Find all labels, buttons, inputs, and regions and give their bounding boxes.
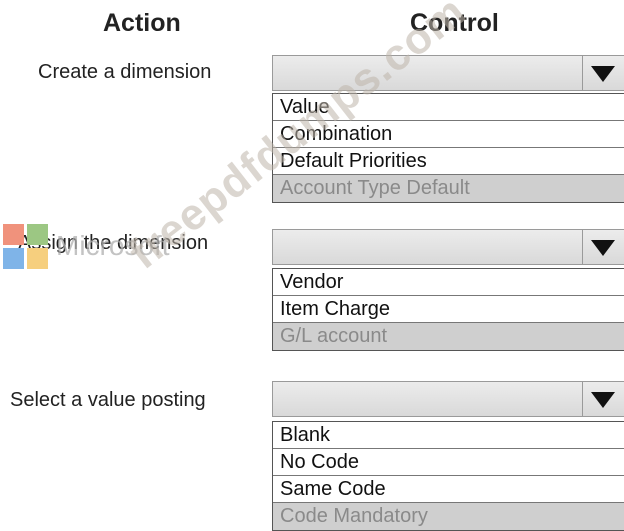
- dropdown-assign-dimension[interactable]: [272, 229, 624, 265]
- option-no-code[interactable]: No Code: [273, 449, 624, 476]
- options-list-create-dimension: Value Combination Default Priorities Acc…: [272, 93, 624, 203]
- option-same-code[interactable]: Same Code: [273, 476, 624, 503]
- chevron-down-icon: [591, 392, 615, 408]
- action-label-select-value-posting: Select a value posting: [10, 389, 206, 411]
- action-header: Action: [103, 9, 181, 37]
- microsoft-logo-icon: [3, 224, 49, 270]
- dropdown-select-value-posting[interactable]: [272, 381, 624, 417]
- option-default-priorities[interactable]: Default Priorities: [273, 148, 624, 175]
- control-header: Control: [410, 9, 499, 37]
- option-combination[interactable]: Combination: [273, 121, 624, 148]
- dropdown-arrow-button[interactable]: [582, 56, 624, 90]
- dropdown-create-dimension[interactable]: [272, 55, 624, 91]
- logo-square-yellow: [27, 248, 48, 269]
- option-vendor[interactable]: Vendor: [273, 269, 624, 296]
- options-list-assign-dimension: Vendor Item Charge G/L account: [272, 268, 624, 351]
- logo-square-red: [3, 224, 24, 245]
- dropdown-arrow-button[interactable]: [582, 382, 624, 416]
- option-value[interactable]: Value: [273, 94, 624, 121]
- logo-square-blue: [3, 248, 24, 269]
- action-label-create-dimension: Create a dimension: [38, 61, 212, 83]
- option-account-type-default[interactable]: Account Type Default: [273, 175, 624, 202]
- option-item-charge[interactable]: Item Charge: [273, 296, 624, 323]
- options-list-select-value-posting: Blank No Code Same Code Code Mandatory: [272, 421, 624, 531]
- dropdown-arrow-button[interactable]: [582, 230, 624, 264]
- logo-square-green: [27, 224, 48, 245]
- option-gl-account[interactable]: G/L account: [273, 323, 624, 350]
- chevron-down-icon: [591, 66, 615, 82]
- chevron-down-icon: [591, 240, 615, 256]
- option-blank[interactable]: Blank: [273, 422, 624, 449]
